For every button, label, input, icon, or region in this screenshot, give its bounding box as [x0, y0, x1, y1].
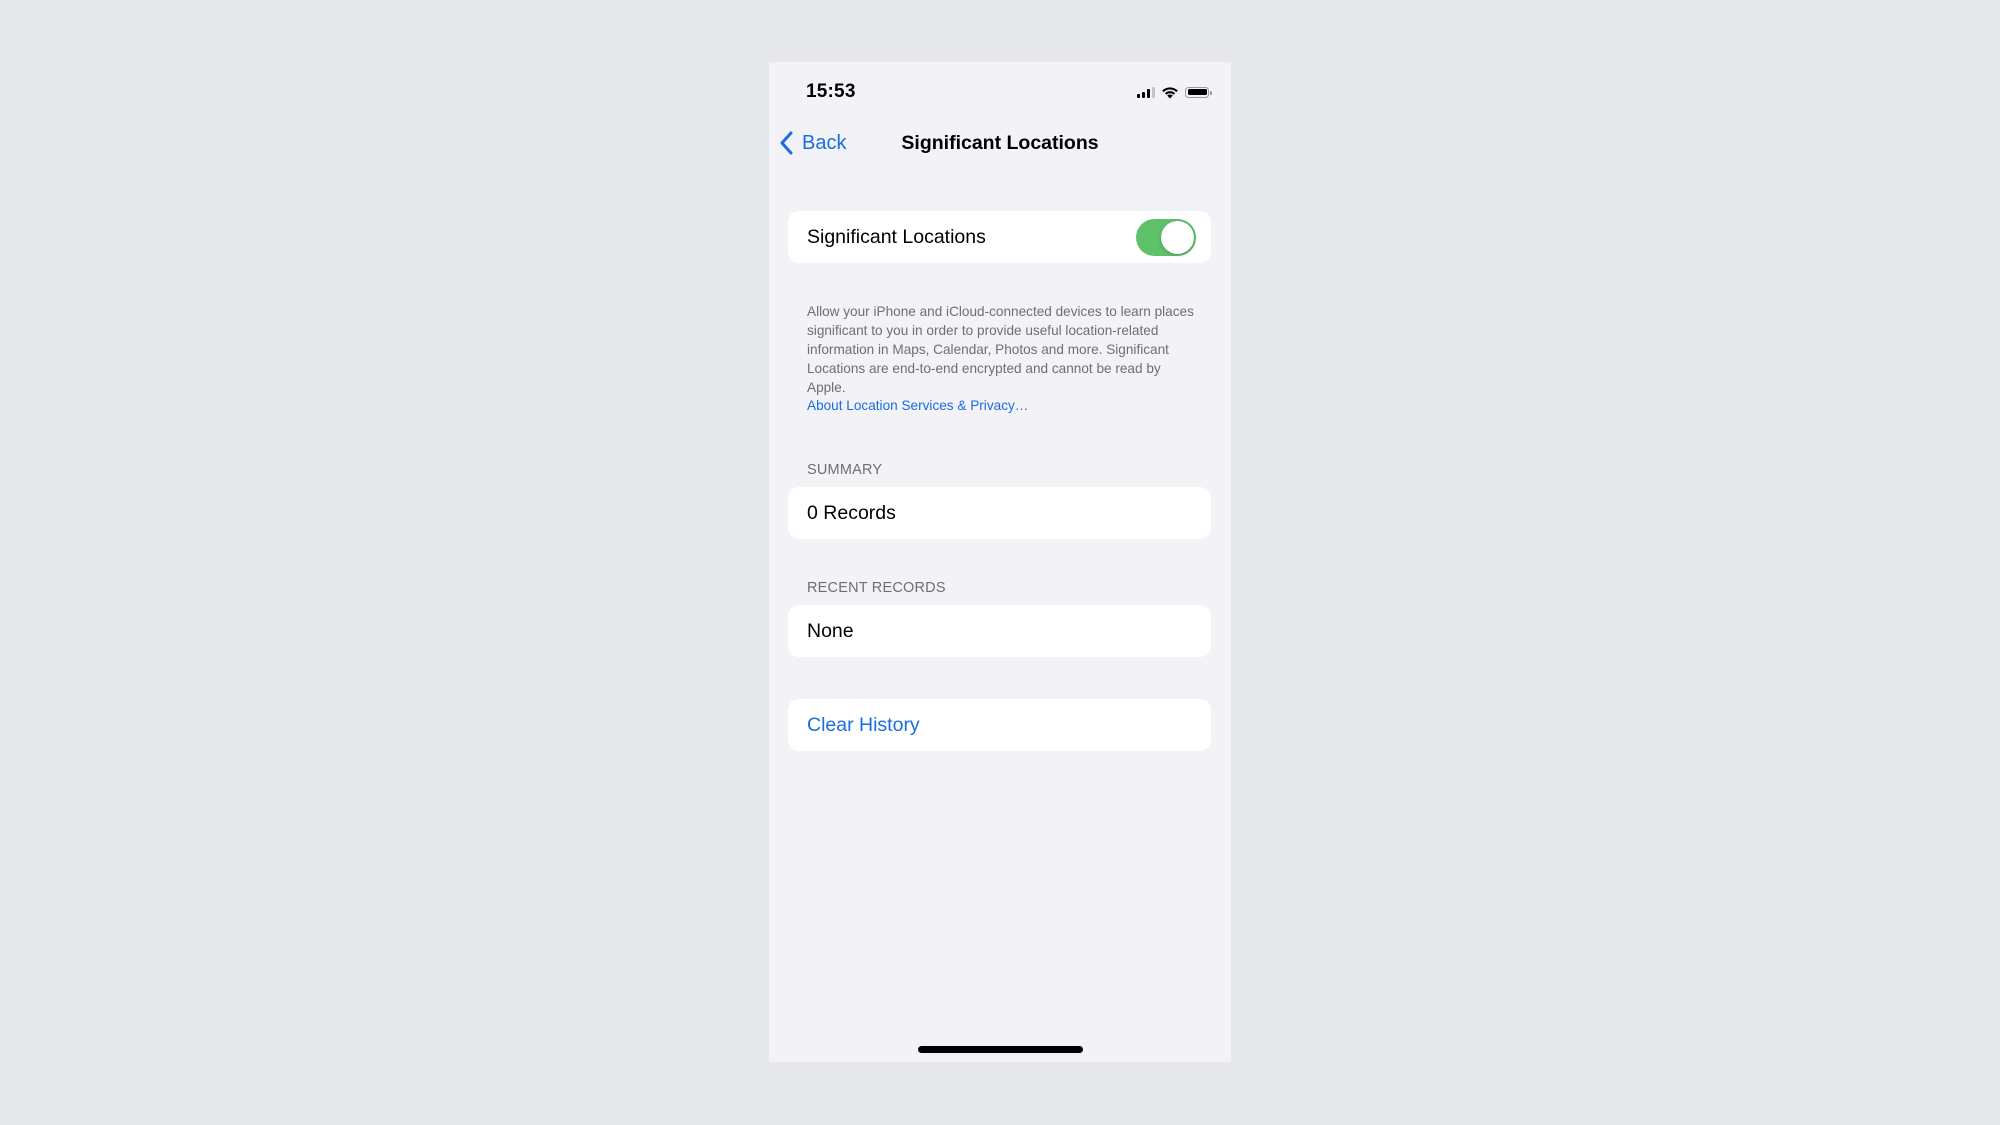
summary-row: 0 Records	[788, 487, 1211, 539]
significant-locations-description: Allow your iPhone and iCloud-connected d…	[807, 302, 1202, 415]
clear-history-button[interactable]: Clear History	[788, 699, 1211, 751]
clear-history-label: Clear History	[807, 713, 920, 736]
records-count: 0 Records	[807, 501, 896, 524]
toggle-knob	[1161, 221, 1194, 254]
home-indicator[interactable]	[918, 1046, 1083, 1053]
significant-locations-label: Significant Locations	[807, 225, 986, 248]
significant-locations-row: Significant Locations	[788, 211, 1211, 263]
status-time: 15:53	[806, 81, 856, 102]
phone-screen: 15:53 Back Significant Locations Signifi…	[769, 62, 1231, 1062]
significant-locations-toggle[interactable]	[1136, 219, 1196, 256]
recent-records-row: None	[788, 605, 1211, 657]
recent-records-header: RECENT RECORDS	[807, 580, 946, 596]
cellular-signal-icon	[1137, 86, 1155, 98]
status-icons	[1137, 84, 1212, 100]
privacy-link[interactable]: About Location Services & Privacy…	[807, 396, 1202, 415]
description-text: Allow your iPhone and iCloud-connected d…	[807, 304, 1194, 395]
summary-header: SUMMARY	[807, 462, 883, 478]
recent-records-value: None	[807, 619, 854, 642]
wifi-icon	[1162, 87, 1178, 99]
battery-level	[1187, 89, 1207, 95]
page-title: Significant Locations	[901, 132, 1099, 154]
battery-icon	[1185, 86, 1212, 98]
